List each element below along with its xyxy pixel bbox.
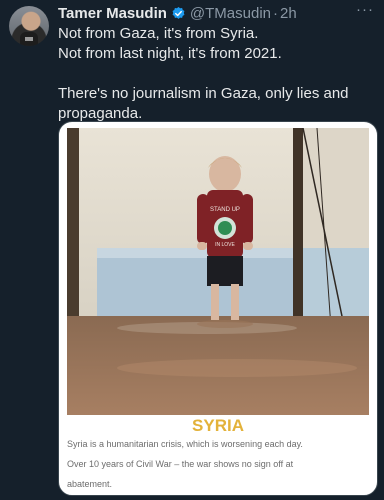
tweet[interactable]: Tamer Masudin @TMasudin · 2h ··· Not fro… (0, 0, 384, 500)
more-options-icon[interactable]: ··· (356, 1, 374, 18)
author-handle[interactable]: @TMasudin (190, 5, 271, 22)
caption-text: Syria is a humanitarian crisis, which is… (67, 434, 367, 494)
author-name[interactable]: Tamer Masudin (58, 5, 167, 22)
tweet-text: Not from Gaza, it's from Syria. Not from… (58, 24, 376, 124)
tweet-line-3: There's no journalism in Gaza, only lies… (58, 85, 349, 122)
verified-badge-icon (172, 6, 185, 19)
tweet-media-image[interactable]: STAND UP IN LOVE SYRIA Syria is a humani… (58, 121, 378, 496)
shirt-print-top: STAND UP (210, 207, 240, 213)
avatar-shirt-print (25, 37, 33, 41)
tweet-line-2: Not from last night, it's from 2021. (58, 45, 282, 62)
caption-line-2: Over 10 years of Civil War – the war sho… (67, 459, 294, 469)
flooded-camp-photo: STAND UP IN LOVE (67, 128, 369, 415)
author-avatar[interactable] (9, 6, 49, 46)
tweet-timestamp[interactable]: 2h (280, 5, 297, 22)
tweet-line-1: Not from Gaza, it's from Syria. (58, 25, 259, 42)
tweet-header: Tamer Masudin @TMasudin · 2h (58, 4, 374, 22)
caption-line-3: abatement. (67, 479, 113, 489)
caption-title: SYRIA (192, 416, 244, 435)
shirt-print-bottom: IN LOVE (215, 242, 235, 248)
separator-dot: · (273, 4, 279, 22)
caption-line-1: Syria is a humanitarian crisis, which is… (67, 439, 303, 449)
